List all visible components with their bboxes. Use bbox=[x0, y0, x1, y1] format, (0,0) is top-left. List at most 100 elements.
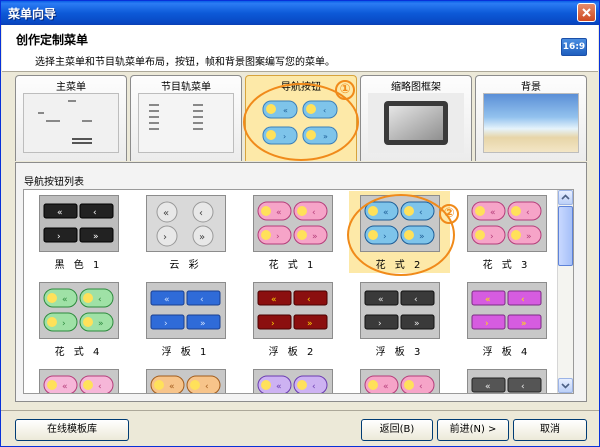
svg-text:‹: ‹ bbox=[205, 382, 209, 392]
tab-background[interactable]: 背景 bbox=[475, 75, 587, 161]
svg-text:›: › bbox=[57, 232, 61, 242]
button-style-label: 花 式 3 bbox=[482, 260, 531, 271]
next-button[interactable]: 前进(N) > bbox=[437, 419, 509, 441]
svg-text:‹: ‹ bbox=[312, 382, 316, 392]
svg-text:‹: ‹ bbox=[526, 208, 530, 218]
svg-text:›: › bbox=[271, 319, 275, 329]
svg-text:»: » bbox=[312, 232, 318, 242]
button-style-item[interactable]: « ‹ › » 浮 板 1 bbox=[135, 278, 236, 360]
svg-text:«: « bbox=[383, 382, 389, 392]
tab-label: 主菜单 bbox=[56, 82, 86, 93]
button-style-preview: «‹›» bbox=[253, 282, 333, 339]
svg-text:‹: ‹ bbox=[307, 295, 311, 305]
annotation-oval-2 bbox=[347, 194, 455, 276]
svg-text:«: « bbox=[164, 295, 170, 305]
svg-text:»: » bbox=[521, 319, 527, 329]
button-style-preview: «‹›» bbox=[253, 195, 333, 252]
button-style-label: 浮 板 1 bbox=[161, 347, 210, 358]
svg-text:»: » bbox=[200, 319, 206, 329]
svg-text:›: › bbox=[485, 319, 489, 329]
tab-main-menu[interactable]: 主菜单 bbox=[15, 75, 127, 161]
title-bar[interactable]: 菜单向导 bbox=[1, 1, 599, 25]
close-button[interactable] bbox=[577, 3, 596, 22]
button-style-item[interactable]: « ‹ › » 黑 色 1 bbox=[28, 191, 129, 273]
button-style-preview: «‹›» bbox=[467, 369, 547, 393]
button-style-preview: «‹›» bbox=[146, 282, 226, 339]
chevron-up-icon bbox=[561, 194, 570, 200]
button-style-item[interactable]: «‹›» bbox=[28, 365, 129, 393]
panel-title: 导航按钮列表 bbox=[24, 177, 84, 188]
svg-text:«: « bbox=[62, 382, 68, 392]
thumbnail-frame-thumbnail bbox=[368, 93, 464, 153]
button-style-preview: «‹›» bbox=[253, 369, 333, 393]
button-style-item[interactable]: « ‹ › » 花 式 4 bbox=[28, 278, 129, 360]
svg-text:»: » bbox=[414, 319, 420, 329]
button-style-item[interactable]: « ‹ › » 浮 板 2 bbox=[242, 278, 343, 360]
scroll-down-button[interactable] bbox=[558, 378, 573, 393]
button-style-preview: «‹›» bbox=[146, 369, 226, 393]
wizard-header: 创作定制菜单 选择主菜单和节目轨菜单布局，按钮，帧和背景图案编写您的菜单。 16… bbox=[2, 25, 598, 72]
button-style-label: 浮 板 4 bbox=[482, 347, 531, 358]
button-style-preview: «‹›» bbox=[467, 282, 547, 339]
button-style-label: 浮 板 2 bbox=[268, 347, 317, 358]
tab-label: 节目轨菜单 bbox=[161, 82, 211, 93]
button-style-label: 花 式 1 bbox=[268, 260, 317, 271]
button-style-item[interactable]: «‹›» bbox=[349, 365, 450, 393]
svg-text:‹: ‹ bbox=[93, 208, 97, 218]
annotation-marker-2: ② bbox=[439, 204, 459, 224]
window-title: 菜单向导 bbox=[8, 7, 57, 21]
button-style-item[interactable]: « ‹ › » 浮 板 4 bbox=[456, 278, 557, 360]
page-title: 创作定制菜单 bbox=[16, 33, 89, 47]
button-style-item[interactable]: «‹›» bbox=[242, 365, 343, 393]
button-style-preview: « ‹ › » bbox=[467, 195, 547, 252]
svg-text:‹: ‹ bbox=[521, 295, 525, 305]
tab-chapter-menu[interactable]: 节目轨菜单 bbox=[130, 75, 242, 161]
button-style-item[interactable]: « ‹ › » 浮 板 3 bbox=[349, 278, 450, 360]
button-style-item[interactable]: «‹›» bbox=[135, 365, 236, 393]
svg-text:‹: ‹ bbox=[98, 382, 102, 392]
online-template-library-button[interactable]: 在线模板库 bbox=[15, 419, 129, 441]
svg-text:»: » bbox=[93, 232, 99, 242]
svg-text:«: « bbox=[62, 295, 68, 305]
menu-wizard-window: 菜单向导 创作定制菜单 选择主菜单和节目轨菜单布局，按钮，帧和背景图案编写您的菜… bbox=[0, 0, 600, 447]
button-style-preview: «‹›» bbox=[39, 369, 119, 393]
tab-label: 背景 bbox=[521, 82, 541, 93]
chapter-menu-thumbnail bbox=[138, 93, 234, 153]
svg-text:«: « bbox=[485, 382, 491, 392]
button-style-label: 浮 板 3 bbox=[375, 347, 424, 358]
svg-text:‹: ‹ bbox=[200, 295, 204, 305]
scroll-thumb[interactable] bbox=[558, 206, 573, 266]
svg-text:‹: ‹ bbox=[414, 295, 418, 305]
main-menu-thumbnail bbox=[23, 93, 119, 153]
navigation-button-panel: 导航按钮列表 « ‹ › » « ‹ › » « ‹ › » « ‹ › » « ‹ › » « ‹ › » 浮 板 4 « ‹ › »… bbox=[15, 162, 587, 402]
button-style-preview: «‹›» bbox=[360, 282, 440, 339]
tab-thumbnail-frame[interactable]: 缩略图框架 bbox=[360, 75, 472, 161]
svg-text:›: › bbox=[490, 232, 494, 242]
annotation-marker-1: ① bbox=[335, 80, 355, 100]
cancel-button[interactable]: 取消 bbox=[513, 419, 587, 441]
footer-divider bbox=[1, 410, 599, 411]
aspect-ratio-button[interactable]: 16:9 bbox=[561, 38, 587, 56]
button-style-preview: «‹›» bbox=[146, 195, 226, 252]
button-style-item[interactable]: « ‹ › » 花 式 1 bbox=[242, 191, 343, 273]
svg-text:‹: ‹ bbox=[199, 208, 203, 219]
button-style-label: 黑 色 1 bbox=[54, 260, 103, 271]
button-style-item[interactable]: « ‹ › » 花 式 3 bbox=[456, 191, 557, 273]
close-icon bbox=[582, 8, 591, 17]
vertical-scrollbar[interactable] bbox=[557, 190, 573, 393]
button-style-label: 云 彩 bbox=[169, 260, 202, 271]
scroll-up-button[interactable] bbox=[558, 190, 573, 205]
button-style-preview: «‹›» bbox=[360, 369, 440, 393]
svg-text:»: » bbox=[199, 232, 205, 243]
button-style-label: 花 式 4 bbox=[54, 347, 103, 358]
svg-text:»: » bbox=[526, 232, 532, 242]
back-button[interactable]: 返回(B) bbox=[361, 419, 433, 441]
button-style-item[interactable]: « ‹ › » 云 彩 bbox=[135, 191, 236, 273]
button-style-item[interactable]: «‹›» bbox=[456, 365, 557, 393]
svg-text:«: « bbox=[163, 208, 169, 219]
tab-label: 缩略图框架 bbox=[391, 82, 441, 93]
chevron-down-icon bbox=[561, 383, 570, 389]
svg-text:«: « bbox=[378, 295, 384, 305]
svg-text:«: « bbox=[490, 208, 496, 218]
svg-text:‹: ‹ bbox=[312, 208, 316, 218]
